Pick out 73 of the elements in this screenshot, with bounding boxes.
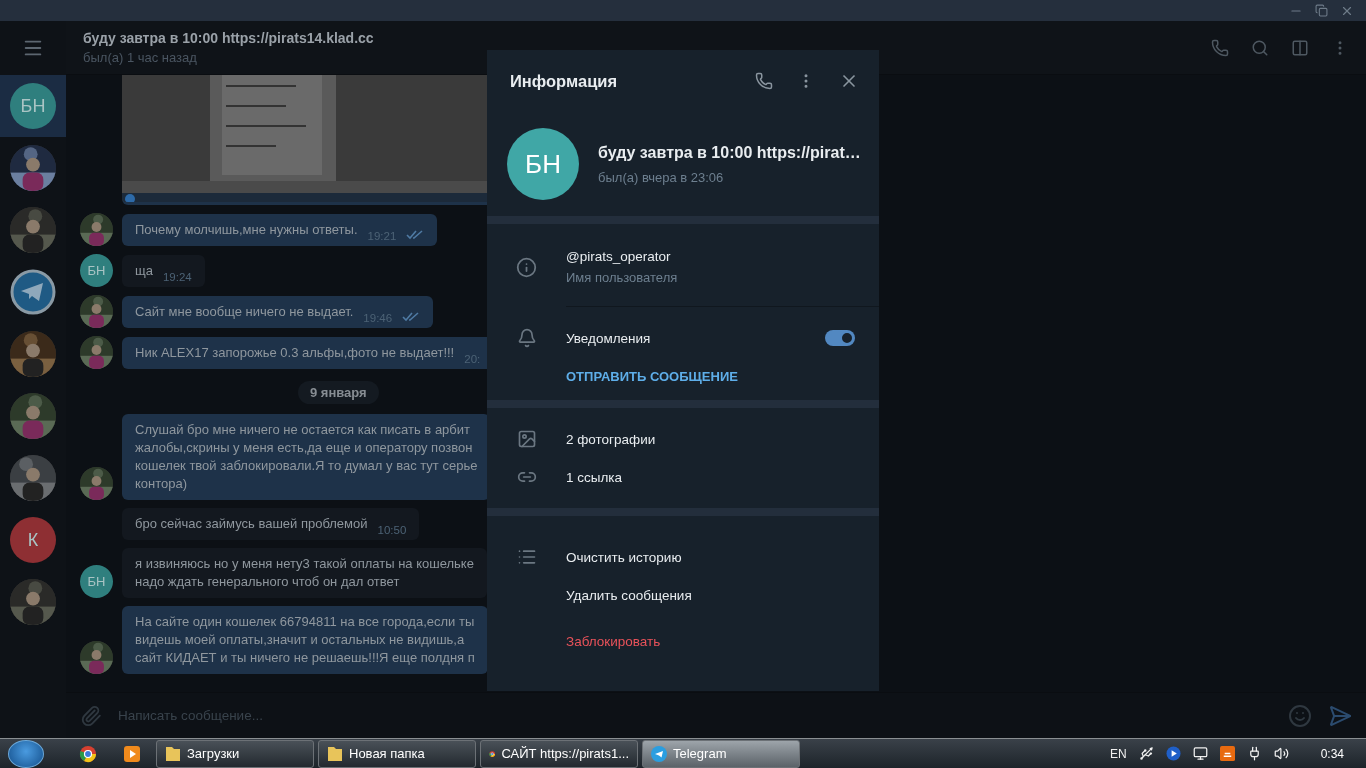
start-button[interactable] — [8, 739, 44, 768]
message-text: ща — [135, 262, 153, 280]
message-text: жалобы,скрины у меня есть,да еще и оператору позвон — [135, 439, 474, 457]
sender-avatar[interactable] — [80, 213, 113, 246]
sender-avatar[interactable] — [80, 467, 113, 500]
message-text: На сайте один кошелек 66794811 на все города,если ты — [135, 613, 475, 631]
message-text: видешь моей оплаты,значит и остальных не видишь,а — [135, 631, 466, 649]
message-text: бро сейчас займусь вашей проблемой — [135, 515, 368, 533]
bell-icon — [516, 328, 537, 348]
chat-item[interactable]: К — [0, 509, 66, 571]
chat-title: буду завтра в 10:00 https://pirats14.klad.cc — [83, 30, 375, 46]
message-text: кошелек твой заблокировали.Я то думал у вас тут серье — [135, 457, 478, 475]
chat-avatar[interactable] — [10, 145, 56, 191]
taskbar-button[interactable]: Загрузки — [156, 739, 314, 768]
taskbar-button[interactable]: САЙТ https://pirats1... — [480, 739, 638, 768]
chat-avatar[interactable]: К — [10, 517, 56, 563]
chat-status: был(а) 1 час назад — [83, 50, 198, 65]
profile-avatar: БН — [507, 128, 579, 200]
sender-avatar[interactable] — [80, 295, 113, 328]
network-icon[interactable] — [1192, 746, 1208, 761]
phone-icon[interactable] — [755, 72, 773, 90]
action-link[interactable]: Заблокировать — [566, 633, 661, 649]
username: @pirats_operator — [566, 249, 672, 264]
send-message-button[interactable]: ОТПРАВИТЬ СООБЩЕНИЕ — [556, 363, 748, 390]
chat-avatar[interactable] — [10, 331, 56, 377]
play-icon[interactable] — [1165, 746, 1181, 761]
chrome-icon[interactable] — [79, 744, 97, 763]
restore-icon[interactable] — [1315, 4, 1328, 17]
volume-icon[interactable] — [1273, 746, 1289, 761]
app-tray-icon[interactable] — [1219, 746, 1235, 761]
media-row[interactable]: 2 фотографии — [487, 420, 879, 458]
side-panel-icon[interactable] — [1291, 38, 1309, 57]
message-text: Почему молчишь,мне нужны ответы. — [135, 221, 358, 239]
chat-avatar[interactable] — [10, 393, 56, 439]
folder-icon — [327, 744, 343, 763]
message-text: Сайт мне вообще ничего не выдает. — [135, 303, 354, 321]
notifications-toggle[interactable] — [825, 330, 855, 346]
search-icon[interactable] — [1251, 38, 1269, 57]
notifications-label: Уведомления — [566, 330, 652, 346]
message-text: я извиняюсь но у меня нету3 такой оплаты на кошельке — [135, 555, 474, 573]
profile-name: буду завтра в 10:00 https://pirat… — [598, 143, 861, 162]
date-label: 9 января — [298, 381, 379, 404]
profile-status: был(а) вчера в 23:06 — [598, 169, 725, 185]
taskbar-button[interactable]: Telegram — [642, 739, 800, 768]
list-icon — [516, 547, 537, 567]
info-icon — [516, 256, 537, 278]
action-link[interactable]: Удалить сообщения — [566, 587, 692, 603]
message-text: контора) — [135, 475, 189, 493]
username-label: Имя пользователя — [566, 270, 679, 285]
media-player-icon[interactable] — [123, 744, 141, 763]
message-time: 19:24 — [162, 271, 192, 283]
message-text: надо ждать генерального чтоб он дал ответ — [135, 573, 401, 591]
message-text: сайт КИДАЕТ и ты ничего не решаешь!!!Я еще полдня п — [135, 649, 475, 667]
chat-avatar[interactable] — [10, 579, 56, 625]
media-row[interactable]: 1 ссылка — [487, 458, 879, 496]
clock[interactable]: 0:34 — [1320, 746, 1344, 761]
action-link[interactable]: Очистить историю — [566, 549, 682, 565]
image-icon — [516, 429, 537, 449]
chat-avatar[interactable] — [10, 455, 56, 501]
folder-icon — [165, 744, 181, 763]
language-indicator[interactable]: EN — [1109, 746, 1127, 761]
chat-avatar[interactable] — [10, 207, 56, 253]
dialog-title: Информация — [510, 71, 619, 91]
message-text: Слушай бро мне ничего не остается как писать в арбит — [135, 421, 471, 439]
usb-icon[interactable] — [1138, 746, 1154, 761]
telegram-icon — [651, 745, 667, 762]
phone-icon[interactable] — [1211, 38, 1229, 57]
taskbar-button[interactable]: Новая папка — [318, 739, 476, 768]
telegram-logo-icon[interactable] — [10, 269, 56, 315]
message-text: Ник ALEX17 запорожье 0.3 альфы,фото не выдает!!! — [135, 344, 455, 362]
sender-avatar[interactable] — [80, 336, 113, 369]
sender-avatar[interactable] — [80, 641, 113, 674]
message-time: 10:50 — [377, 524, 407, 536]
